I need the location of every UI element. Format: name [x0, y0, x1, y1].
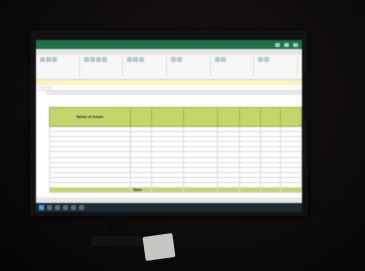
mail-icon[interactable] — [79, 205, 84, 210]
align-center-icon[interactable] — [133, 57, 139, 62]
table-format-icon[interactable] — [220, 57, 226, 62]
windows-taskbar — [36, 203, 302, 212]
paper-sheet — [142, 233, 176, 261]
header-row: Name of issuer — [49, 107, 302, 127]
ribbon — [36, 55, 302, 80]
total-value-cell[interactable] — [280, 187, 302, 194]
header-cell[interactable] — [182, 107, 218, 127]
number-format-icon[interactable] — [171, 57, 177, 62]
total-value-cell[interactable] — [150, 187, 184, 194]
total-row: Total — [49, 187, 302, 194]
underline-icon[interactable] — [95, 57, 101, 62]
start-icon[interactable] — [39, 205, 44, 210]
paste-icon[interactable] — [40, 57, 45, 62]
header-cell[interactable] — [150, 107, 184, 127]
total-value-cell[interactable] — [239, 187, 261, 194]
column-headers — [46, 91, 302, 95]
ribbon-group — [83, 57, 124, 77]
total-value-cell[interactable]: Total — [129, 187, 152, 194]
fill-color-icon[interactable] — [101, 57, 107, 62]
excel-icon[interactable] — [71, 205, 76, 210]
total-label-cell[interactable] — [49, 187, 131, 194]
sort-icon[interactable] — [258, 57, 264, 62]
maximize-icon[interactable] — [284, 42, 289, 47]
worksheet[interactable]: Name of issuer Total — [36, 91, 302, 197]
close-icon[interactable] — [293, 42, 298, 47]
find-icon[interactable] — [264, 57, 270, 62]
ribbon-group — [214, 57, 255, 77]
browser-icon[interactable] — [63, 205, 68, 210]
file-explorer-icon[interactable] — [55, 205, 60, 210]
excel-title-bar — [36, 40, 302, 49]
cut-icon[interactable] — [46, 57, 51, 62]
header-cell[interactable]: Name of issuer — [49, 107, 131, 127]
minimize-icon[interactable] — [275, 42, 280, 47]
name-box[interactable] — [39, 86, 53, 89]
total-value-cell[interactable] — [216, 187, 241, 194]
table-body: Total — [49, 125, 302, 194]
ribbon-group — [127, 57, 168, 77]
copy-icon[interactable] — [52, 57, 57, 62]
header-cell[interactable] — [216, 107, 241, 127]
wrap-text-icon[interactable] — [139, 57, 145, 62]
header-cell[interactable] — [129, 107, 152, 127]
search-icon[interactable] — [47, 205, 52, 210]
total-value-cell[interactable] — [182, 187, 218, 194]
ribbon-group — [171, 57, 211, 77]
ribbon-group — [40, 57, 80, 77]
header-cell[interactable] — [239, 107, 261, 127]
conditional-format-icon[interactable] — [214, 57, 220, 62]
monitor-screen: Name of issuer Total — [36, 40, 302, 212]
formula-input[interactable] — [56, 86, 299, 89]
total-value-cell[interactable] — [259, 187, 282, 194]
align-left-icon[interactable] — [127, 57, 133, 62]
header-cell[interactable] — [259, 107, 282, 127]
ribbon-group — [258, 57, 299, 77]
data-table: Name of issuer Total — [49, 107, 302, 194]
percent-icon[interactable] — [177, 57, 183, 62]
header-cell[interactable] — [280, 107, 302, 127]
monitor-stand-base — [90, 236, 144, 246]
italic-icon[interactable] — [89, 57, 95, 62]
bold-icon[interactable] — [83, 57, 89, 62]
monitor-stand-neck — [108, 216, 126, 238]
